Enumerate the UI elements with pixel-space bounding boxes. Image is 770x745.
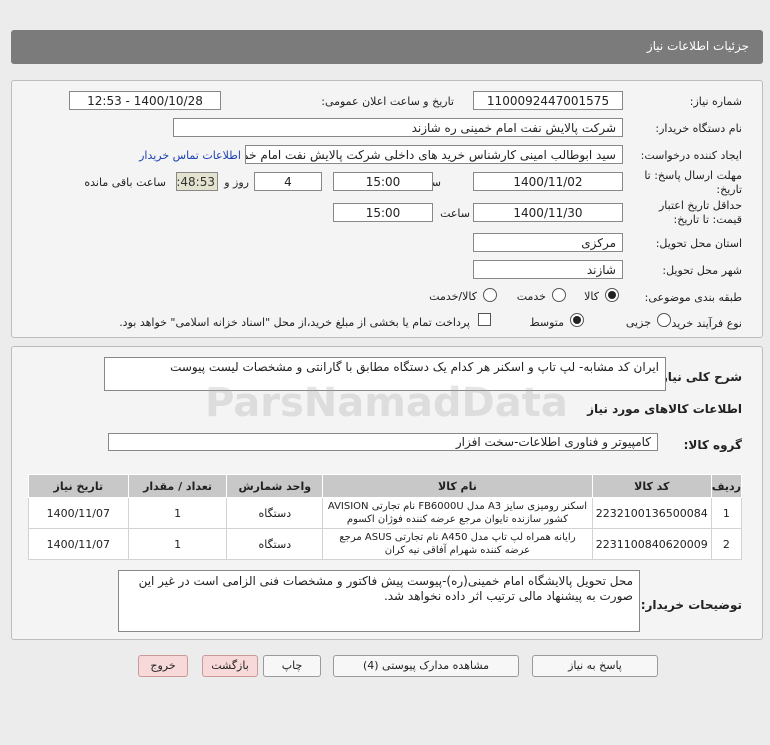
exit-button[interactable]: خروج [138,655,188,677]
page-title: جزئیات اطلاعات نیاز [646,39,749,53]
cell-unit: دستگاه [226,497,324,529]
need-number-field: 1100092447001575 [473,91,623,110]
general-desc-field: ایران کد مشابه- لپ تاپ و اسکنر هر کدام ی… [104,357,666,391]
category-service-label: خدمت [516,290,546,303]
city-field: شازند [473,260,623,279]
cell-date: 1400/11/07 [28,497,129,529]
deadline-label: مهلت ارسال پاسخ: تا تاریخ: [644,169,742,196]
goods-table: ردیف کد کالا نام کالا واحد شمارش تعداد /… [28,474,743,560]
reply-button[interactable]: پاسخ به نیاز [532,655,658,677]
col-code: کد کالا [591,474,712,498]
col-date: تاریخ نیاز [28,474,129,498]
col-unit: واحد شمارش [226,474,324,498]
buyer-contact-link[interactable]: اطلاعات تماس خریدار [139,149,241,162]
deadline-date-field: 1400/11/02 [473,172,623,191]
goods-group-field: کامپیوتر و فناوری اطلاعات-سخت افزار [108,433,658,451]
buyer-notes-field: محل تحویل پالایشگاه امام خمینی(ره)-پیوست… [118,570,640,632]
requester-label: ایجاد کننده درخواست: [640,149,742,162]
goods-info-title: اطلاعات کالاهای مورد نیاز [587,402,742,416]
validity-time-field: 15:00 [333,203,433,222]
validity-label: حداقل تاریخ اعتبار قیمت: تا تاریخ: [658,199,742,226]
general-desc-label: شرح کلی نیاز: [656,370,742,384]
cell-name: رایانه همراه لپ تاپ مدل A450 نام تجارتی … [322,528,593,560]
process-medium-radio[interactable] [570,313,584,327]
category-service-radio[interactable] [552,288,566,302]
process-minor-radio[interactable] [657,313,671,327]
attachments-button[interactable]: مشاهده مدارک پیوستی (4) [333,655,519,677]
goods-table-header: ردیف کد کالا نام کالا واحد شمارش تعداد /… [28,474,743,498]
days-field: 4 [254,172,322,191]
back-button[interactable]: بازگشت [202,655,258,677]
announce-field: 1400/10/28 - 12:53 [69,91,221,110]
cell-code: 2232100136500084 [591,497,712,529]
province-field: مرکزی [473,233,623,252]
process-medium-label: متوسط [529,316,564,329]
table-row: 2 2231100840620009 رایانه همراه لپ تاپ م… [28,528,743,560]
buyer-org-field: شرکت پالایش نفت امام خمینی ره شازند [173,118,623,137]
deadline-time-field: 15:00 [333,172,433,191]
cell-date: 1400/11/07 [28,528,129,560]
buyer-org-label: نام دستگاه خریدار: [655,122,742,135]
validity-time-label: ساعت [440,207,470,220]
col-qty: تعداد / مقدار [127,474,228,498]
page-header: جزئیات اطلاعات نیاز [11,30,763,64]
category-goods-label: کالا [584,290,599,303]
process-label: نوع فرآیند خرید : [664,317,742,330]
validity-date-field: 1400/11/30 [473,203,623,222]
city-label: شهر محل تحویل: [662,264,742,277]
cell-row: 2 [710,528,743,560]
remaining-time-field: 00:48:53 [176,172,218,191]
table-row: 1 2232100136500084 اسکنر رومیزی سایز A3 … [28,497,743,529]
cell-qty: 1 [127,497,228,529]
category-goods-service-label: کالا/خدمت [429,290,477,303]
col-name: نام کالا [322,474,593,498]
remaining-label: ساعت باقی مانده [84,176,166,189]
category-label: طبقه بندی موضوعی: [644,291,742,304]
col-row: ردیف [710,474,743,498]
cell-code: 2231100840620009 [591,528,712,560]
process-minor-label: جزیی [625,316,651,329]
cell-unit: دستگاه [226,528,324,560]
days-label: روز و [224,176,249,189]
cell-qty: 1 [127,528,228,560]
cell-row: 1 [710,497,743,529]
buyer-notes-label: توضیحات خریدار: [640,598,742,612]
requester-field: سید ابوطالب امینی کارشناس خرید های داخلی… [245,145,623,164]
announce-label: تاریخ و ساعت اعلان عمومی: [321,95,454,108]
cell-name: اسکنر رومیزی سایز A3 مدل FB6000U نام تجا… [322,497,593,529]
category-goods-radio[interactable] [605,288,619,302]
treasury-payment-checkbox[interactable] [478,313,491,326]
print-button[interactable]: چاپ [263,655,321,677]
need-number-label: شماره نیاز: [689,95,742,108]
province-label: استان محل تحویل: [655,237,742,250]
category-goods-service-radio[interactable] [483,288,497,302]
goods-group-label: گروه کالا: [683,438,742,452]
treasury-payment-note: پرداخت تمام یا بخشی از مبلغ خرید،از محل … [119,316,470,329]
